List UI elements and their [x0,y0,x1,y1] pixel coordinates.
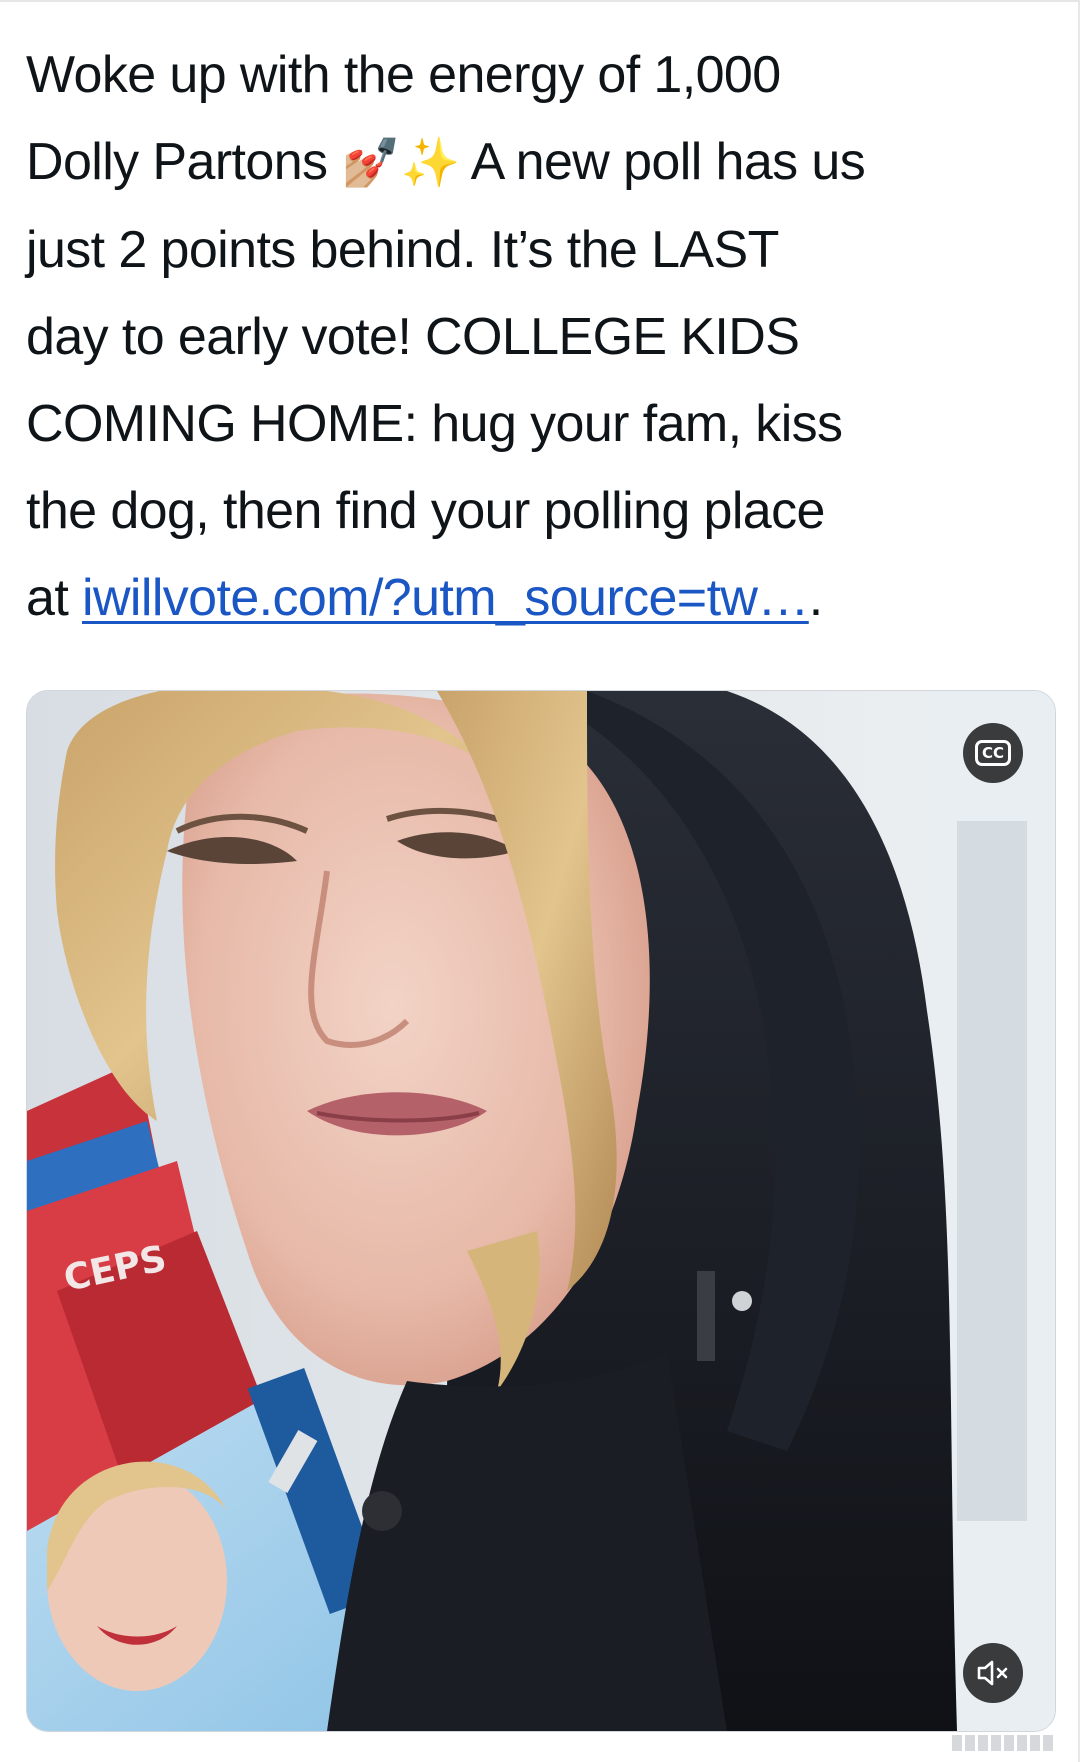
tweet-line-2a: Dolly Partons [26,133,342,191]
nail-polish-emoji-icon: 💅🏼 [341,137,401,190]
video-player[interactable]: CEPS DECEMBER CC [26,690,1056,1732]
tweet-line-7-prefix: at [26,569,83,627]
tweet-line-2b: A new poll has us [459,133,866,191]
tweet-line-7-suffix: . [808,569,823,627]
tweet-line-1: Woke up with the energy of 1,000 [26,46,781,104]
sparkles-emoji-icon: ✨ [400,137,460,190]
closed-captions-button[interactable]: CC [963,723,1023,783]
tweet-line-6: the dog, then find your polling place [26,482,825,540]
tweet-line-3: just 2 points behind. It’s the LAST [26,221,779,279]
video-frame-image: CEPS DECEMBER [27,691,1055,1731]
speaker-muted-icon [977,1660,1008,1686]
tweet-link[interactable]: iwillvote.com/?utm_source=tw… [82,569,809,627]
tweet-line-5: COMING HOME: hug your fam, kiss [26,395,843,453]
frame-border-top [0,0,1080,2]
tweet-line-4: day to early vote! COLLEGE KIDS [26,308,800,366]
unmute-button[interactable] [963,1643,1023,1703]
watermark-mark [952,1732,1072,1754]
tweet-text: Woke up with the energy of 1,000 Dolly P… [26,32,1056,642]
closed-captions-icon: CC [974,740,1012,766]
